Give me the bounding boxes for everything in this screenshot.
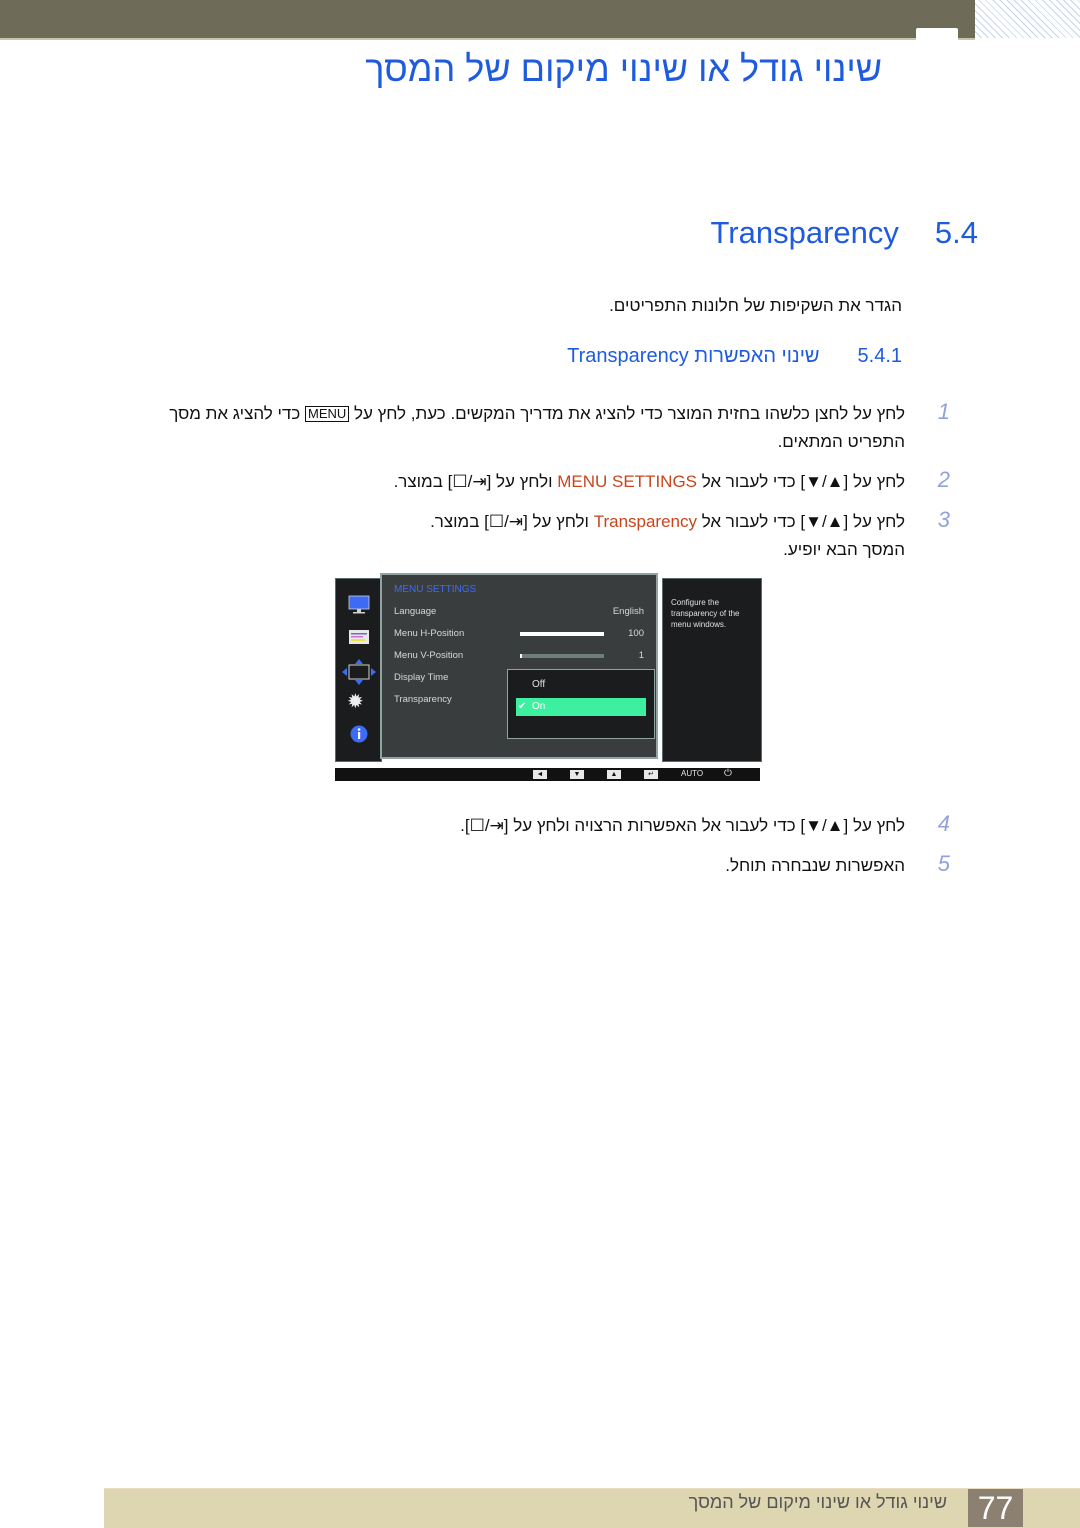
page-number: 77 — [968, 1489, 1023, 1527]
header-tab — [916, 28, 958, 40]
step-5: 5 האפשרות שנבחרה תוחל. — [145, 851, 950, 880]
subsection-heading: 5.4.1 שינוי האפשרות Transparency — [567, 345, 902, 368]
picture-menu-icon — [349, 630, 369, 644]
osd-screenshot: ✹ MENU SETTINGS Language English Menu H-… — [335, 573, 762, 782]
step-4: 4 לחץ על [▲/▼] כדי לעבור אל האפשרות הרצו… — [145, 811, 950, 840]
step-text-line2: המסך הבא יופיע. — [783, 540, 905, 559]
dropdown-option-on: ✔ On — [516, 698, 646, 716]
subsection-number: 5.4.1 — [857, 345, 902, 367]
info-icon — [350, 725, 368, 743]
enter-source-key-icon: ⇥/☐ — [469, 816, 504, 835]
osd-row-h-position: Menu H-Position — [394, 628, 465, 639]
step-text: לחץ על [▲/▼] כדי לעבור אל — [697, 512, 905, 531]
section-title: Transparency — [710, 215, 899, 250]
subsection-title: שינוי האפשרות Transparency — [567, 345, 820, 367]
transparency-highlight: Transparency — [593, 512, 698, 531]
header-hatch-pattern — [975, 0, 1080, 38]
dropdown-option-off: Off — [516, 676, 646, 694]
option-label: Off — [532, 679, 546, 690]
chapter-title: שינוי גודל או שינוי מיקום של המסך — [365, 48, 882, 89]
step-2: 2 לחץ על [▲/▼] כדי לעבור אל MENU SETTING… — [145, 467, 950, 496]
enter-icon: ↵ — [644, 770, 658, 779]
monitor-icon — [348, 595, 370, 614]
step-3: 3 לחץ על [▲/▼] כדי לעבור אל Transparency… — [145, 507, 950, 564]
step-text: לחץ על לחצן כלשהו בחזית המוצר כדי להציג … — [349, 404, 905, 423]
section-intro: הגדר את השקיפות של חלונות התפריטים. — [609, 296, 902, 315]
up-arrow-icon: ▲ — [607, 770, 621, 779]
step-number: 1 — [937, 399, 950, 424]
position-arrows-icon — [342, 659, 376, 685]
step-text: לחץ על [▲/▼] כדי לעבור אל — [697, 472, 905, 491]
step-number: 2 — [937, 467, 950, 492]
section-heading: Transparency 5.4 — [711, 215, 979, 251]
step-text: ] במוצר. — [393, 472, 453, 491]
osd-help-panel: Configure the transparency of the menu w… — [662, 578, 762, 762]
step-text: האפשרות שנבחרה תוחל. — [725, 856, 905, 875]
check-icon: ✔ — [518, 701, 527, 712]
osd-menu-panel: MENU SETTINGS Language English Menu H-Po… — [380, 573, 658, 759]
osd-row-display-time: Display Time — [394, 672, 449, 683]
menu-key: MENU — [305, 406, 350, 422]
osd-transparency-dropdown: Off ✔ On — [507, 669, 655, 739]
slider-fill — [520, 632, 604, 636]
osd-help-text: Configure the transparency of the menu w… — [671, 598, 740, 629]
osd-h-position-value: 100 — [628, 628, 644, 639]
osd-menu-title: MENU SETTINGS — [394, 584, 477, 595]
gear-icon: ✹ — [347, 691, 364, 713]
power-icon: ⏻ — [724, 768, 732, 779]
step-text: ולחץ על [ — [486, 472, 558, 491]
header-band — [0, 0, 975, 38]
osd-row-v-position: Menu V-Position — [394, 650, 464, 661]
osd-button-bar: ◄ ▼ ▲ ↵ AUTO ⏻ — [335, 768, 760, 781]
step-number: 3 — [937, 507, 950, 532]
step-text: לחץ על [▲/▼] כדי לעבור אל האפשרות הרצויה… — [503, 816, 905, 835]
left-arrow-icon: ◄ — [533, 770, 547, 779]
menu-settings-highlight: MENU SETTINGS — [557, 472, 698, 491]
enter-source-key-icon: ⇥/☐ — [488, 512, 524, 531]
option-label: On — [532, 701, 546, 712]
step-number: 5 — [937, 851, 950, 876]
osd-row-transparency: Transparency — [394, 694, 452, 705]
header-divider — [0, 38, 975, 40]
step-1: 1 לחץ על לחצן כלשהו בחזית המוצר כדי להצי… — [145, 399, 950, 456]
auto-label: AUTO — [681, 769, 704, 778]
slider-fill — [520, 654, 522, 658]
step-text: ] במוצר. — [430, 512, 489, 531]
footer-chapter-title: שינוי גודל או שינוי מיקום של המסך — [688, 1492, 947, 1512]
enter-source-key-icon: ⇥/☐ — [452, 472, 487, 491]
down-arrow-icon: ▼ — [570, 770, 584, 779]
osd-side-menu: ✹ — [335, 578, 382, 762]
osd-v-position-slider — [520, 654, 604, 658]
section-number: 5.4 — [934, 215, 978, 250]
osd-language-value: English — [612, 606, 644, 617]
osd-h-position-slider — [520, 632, 604, 636]
osd-row-language: Language — [394, 606, 437, 617]
step-number: 4 — [937, 811, 950, 836]
osd-v-position-value: 1 — [638, 650, 644, 661]
step-text: ]. — [460, 816, 470, 835]
step-text: ולחץ על [ — [523, 512, 594, 531]
